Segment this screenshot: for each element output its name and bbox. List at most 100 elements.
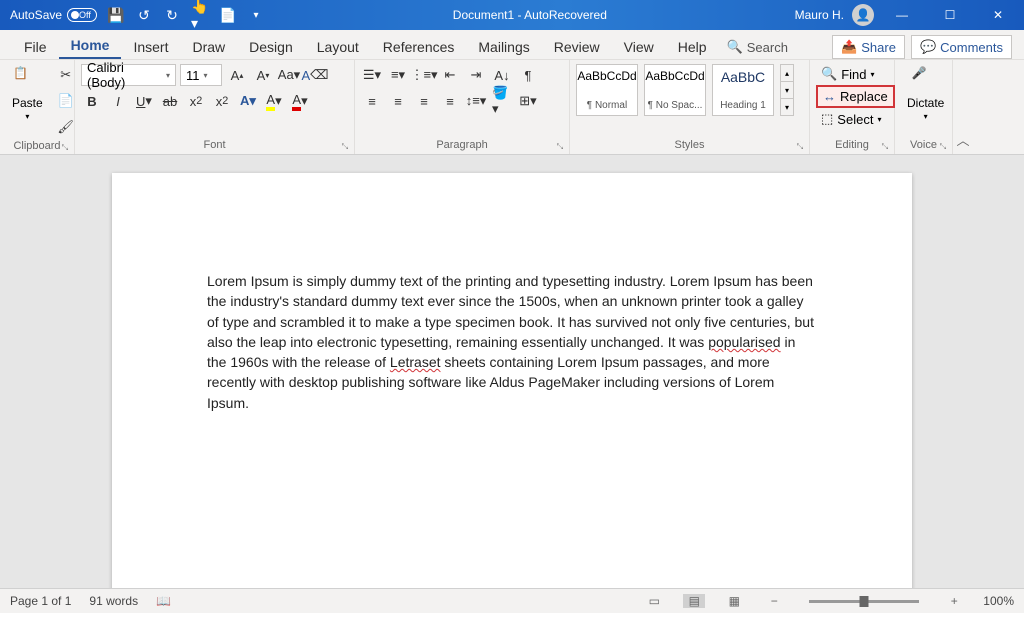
tab-references[interactable]: References bbox=[371, 33, 467, 59]
align-right-icon[interactable]: ≡ bbox=[413, 90, 435, 112]
numbering-icon[interactable]: ≡▾ bbox=[387, 64, 409, 86]
doc-spell-1[interactable]: popularised bbox=[708, 334, 780, 350]
tab-insert[interactable]: Insert bbox=[121, 33, 180, 59]
shading-icon[interactable]: 🪣▾ bbox=[491, 90, 513, 112]
decrease-indent-icon[interactable]: ⇤ bbox=[439, 64, 461, 86]
document-paragraph[interactable]: Lorem Ipsum is simply dummy text of the … bbox=[207, 271, 817, 413]
bold-button[interactable]: B bbox=[81, 90, 103, 112]
find-icon: 🔍 bbox=[821, 66, 837, 82]
print-layout-icon[interactable]: ▤ bbox=[683, 594, 705, 608]
style-h1-preview: AaBbC bbox=[721, 69, 765, 85]
undo-icon[interactable]: ↺ bbox=[135, 7, 153, 24]
collapse-ribbon-icon[interactable]: ︿ bbox=[953, 60, 973, 154]
multilevel-list-icon[interactable]: ⋮≡▾ bbox=[413, 64, 435, 86]
save-icon[interactable]: 💾 bbox=[107, 7, 125, 24]
tab-review[interactable]: Review bbox=[542, 33, 612, 59]
underline-button[interactable]: U▾ bbox=[133, 90, 155, 112]
cut-icon[interactable]: ✂ bbox=[55, 64, 77, 86]
shrink-font-icon[interactable]: A▾ bbox=[252, 64, 274, 86]
subscript-button[interactable]: x2 bbox=[185, 90, 207, 112]
style-h1-label: Heading 1 bbox=[720, 100, 766, 111]
replace-button[interactable]: ↔Replace bbox=[816, 85, 895, 108]
tab-mailings[interactable]: Mailings bbox=[466, 33, 541, 59]
tab-home[interactable]: Home bbox=[59, 31, 122, 59]
user-name[interactable]: Mauro H. bbox=[795, 8, 844, 22]
dictate-label: Dictate bbox=[907, 96, 944, 110]
copy-icon[interactable]: 📄 bbox=[55, 90, 77, 112]
maximize-button[interactable]: ☐ bbox=[930, 0, 970, 30]
search[interactable]: 🔍Search bbox=[719, 35, 796, 59]
font-name-value: Calibri (Body) bbox=[87, 60, 162, 90]
tab-help[interactable]: Help bbox=[666, 33, 719, 59]
style-heading1[interactable]: AaBbC Heading 1 bbox=[712, 64, 774, 116]
proofing-icon[interactable]: 📖 bbox=[156, 594, 171, 608]
increase-indent-icon[interactable]: ⇥ bbox=[465, 64, 487, 86]
sort-icon[interactable]: A↓ bbox=[491, 64, 513, 86]
style-normal[interactable]: AaBbCcDd ¶ Normal bbox=[576, 64, 638, 116]
redo-icon[interactable]: ↻ bbox=[163, 7, 181, 24]
tab-file[interactable]: File bbox=[12, 33, 59, 59]
document-area[interactable]: Lorem Ipsum is simply dummy text of the … bbox=[0, 155, 1024, 588]
style-nospac-preview: AaBbCcDd bbox=[645, 69, 704, 83]
read-mode-icon[interactable]: ▭ bbox=[643, 594, 665, 608]
ribbon-tabs: File Home Insert Draw Design Layout Refe… bbox=[0, 30, 1024, 60]
page-indicator[interactable]: Page 1 of 1 bbox=[10, 594, 71, 608]
find-label: Find bbox=[841, 67, 866, 82]
style-no-spacing[interactable]: AaBbCcDd ¶ No Spac... bbox=[644, 64, 706, 116]
web-layout-icon[interactable]: ▦ bbox=[723, 594, 745, 608]
close-button[interactable]: ✕ bbox=[978, 0, 1018, 30]
font-name-select[interactable]: Calibri (Body)▾ bbox=[81, 64, 176, 86]
autosave-state: Off bbox=[79, 10, 91, 20]
mic-icon: 🎤 bbox=[912, 66, 940, 94]
dictate-button[interactable]: 🎤 Dictate ▾ bbox=[901, 64, 950, 123]
minimize-button[interactable]: — bbox=[882, 0, 922, 30]
grow-font-icon[interactable]: A▴ bbox=[226, 64, 248, 86]
change-case-icon[interactable]: Aa▾ bbox=[278, 64, 300, 86]
format-painter-icon[interactable]: 🖌 bbox=[55, 116, 77, 138]
zoom-thumb[interactable] bbox=[860, 596, 869, 607]
word-count[interactable]: 91 words bbox=[89, 594, 138, 608]
doc-spell-2[interactable]: Letraset bbox=[390, 354, 441, 370]
strikethrough-button[interactable]: ab bbox=[159, 90, 181, 112]
zoom-in-icon[interactable]: + bbox=[943, 594, 965, 608]
zoom-slider[interactable] bbox=[809, 600, 919, 603]
superscript-button[interactable]: x2 bbox=[211, 90, 233, 112]
font-group-label: Font bbox=[81, 137, 348, 154]
align-center-icon[interactable]: ≡ bbox=[387, 90, 409, 112]
show-marks-icon[interactable]: ¶ bbox=[517, 64, 539, 86]
borders-icon[interactable]: ⊞▾ bbox=[517, 90, 539, 112]
line-spacing-icon[interactable]: ↕≡▾ bbox=[465, 90, 487, 112]
quick-print-icon[interactable]: 📄 bbox=[219, 7, 237, 24]
styles-gallery-nav[interactable]: ▴▾▾ bbox=[780, 64, 794, 116]
zoom-out-icon[interactable]: − bbox=[763, 594, 785, 608]
status-bar: Page 1 of 1 91 words 📖 ▭ ▤ ▦ − + 100% bbox=[0, 588, 1024, 613]
paste-label: Paste bbox=[12, 96, 43, 110]
tab-view[interactable]: View bbox=[612, 33, 666, 59]
select-button[interactable]: ⬚Select▾ bbox=[816, 109, 886, 129]
share-icon: 📤 bbox=[841, 39, 857, 55]
text-effects-icon[interactable]: A▾ bbox=[237, 90, 259, 112]
bullets-icon[interactable]: ☰▾ bbox=[361, 64, 383, 86]
justify-icon[interactable]: ≡ bbox=[439, 90, 461, 112]
zoom-value[interactable]: 100% bbox=[983, 594, 1014, 608]
title-bar: AutoSave Off 💾 ↺ ↻ 👆▾ 📄 ▾ Document1 - Au… bbox=[0, 0, 1024, 30]
find-button[interactable]: 🔍Find▾ bbox=[816, 64, 880, 84]
align-left-icon[interactable]: ≡ bbox=[361, 90, 383, 112]
avatar[interactable]: 👤 bbox=[852, 4, 874, 26]
font-size-select[interactable]: 11▾ bbox=[180, 64, 222, 86]
share-label: Share bbox=[861, 40, 896, 55]
italic-button[interactable]: I bbox=[107, 90, 129, 112]
paste-button[interactable]: 📋 Paste ▾ bbox=[6, 64, 49, 123]
font-color-icon[interactable]: A▾ bbox=[289, 90, 311, 112]
page[interactable]: Lorem Ipsum is simply dummy text of the … bbox=[112, 173, 912, 588]
tab-design[interactable]: Design bbox=[237, 33, 305, 59]
qat-customize-icon[interactable]: ▾ bbox=[247, 10, 265, 21]
share-button[interactable]: 📤 Share bbox=[832, 35, 905, 59]
tab-layout[interactable]: Layout bbox=[305, 33, 371, 59]
comments-button[interactable]: 💬Comments bbox=[911, 35, 1012, 59]
clear-format-icon[interactable]: A⌫ bbox=[304, 64, 326, 86]
touch-mode-icon[interactable]: 👆▾ bbox=[191, 0, 209, 32]
highlight-icon[interactable]: A▾ bbox=[263, 90, 285, 112]
autosave[interactable]: AutoSave Off bbox=[10, 8, 97, 22]
tab-draw[interactable]: Draw bbox=[180, 33, 237, 59]
